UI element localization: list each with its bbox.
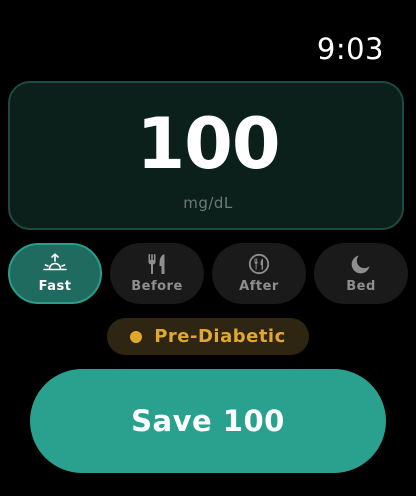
context-fast-button[interactable]: Fast: [8, 243, 102, 304]
status-dot: [130, 330, 143, 343]
moon-icon: [314, 253, 408, 275]
glucose-unit: mg/dL: [183, 194, 233, 212]
status-badge: Pre-Diabetic: [107, 318, 309, 355]
save-button[interactable]: Save 100: [30, 369, 386, 473]
fork-knife-circle-icon: [212, 253, 306, 275]
fork-knife-icon: [110, 253, 204, 275]
glucose-value: 100: [136, 103, 280, 185]
sunrise-icon: [10, 253, 100, 275]
context-fast-label: Fast: [38, 279, 72, 294]
context-before-button[interactable]: Before: [110, 243, 204, 304]
context-bed-button[interactable]: Bed: [314, 243, 408, 304]
context-before-label: Before: [131, 279, 183, 294]
context-bed-label: Bed: [346, 279, 376, 294]
context-after-label: After: [239, 279, 279, 294]
clock: 9:03: [316, 32, 384, 66]
context-after-button[interactable]: After: [212, 243, 306, 304]
status-label: Pre-Diabetic: [154, 326, 286, 347]
